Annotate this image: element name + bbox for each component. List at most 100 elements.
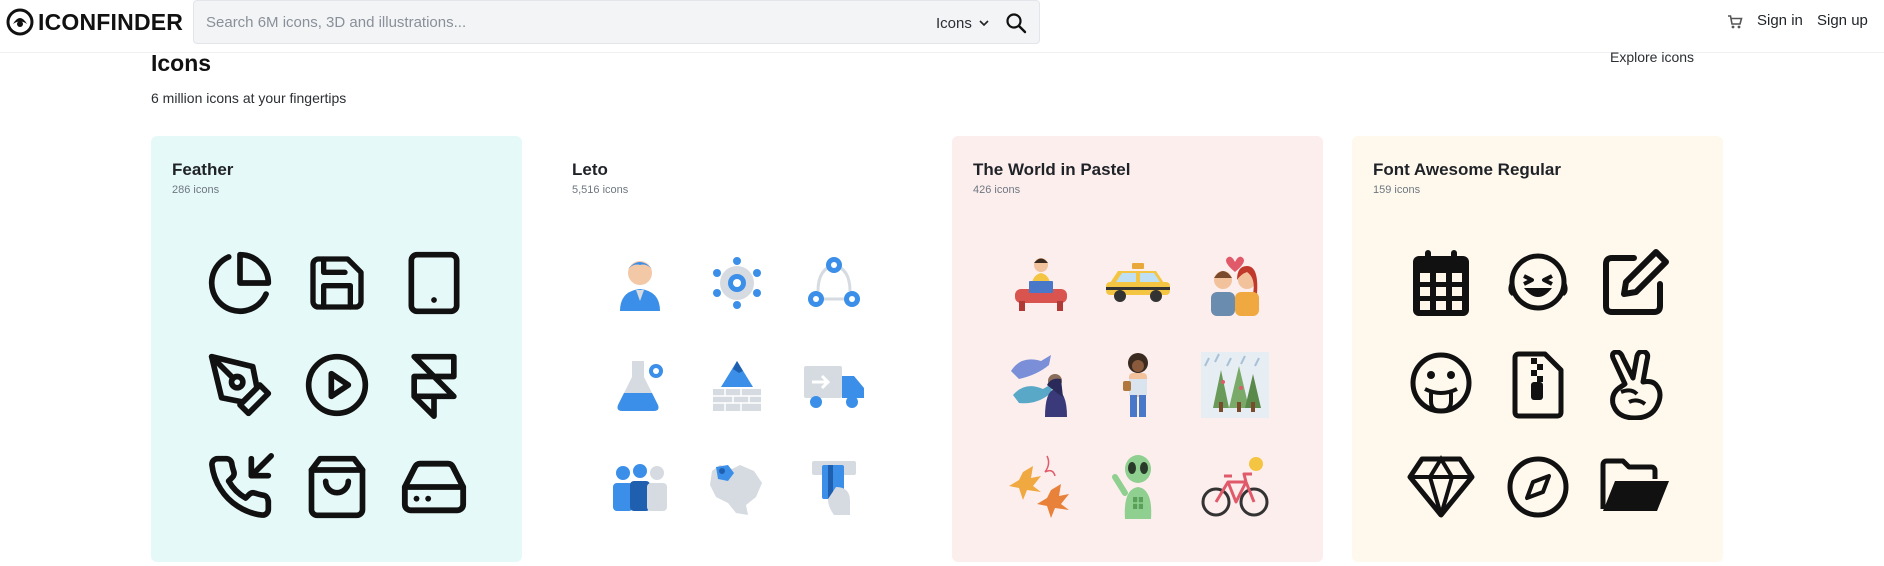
bicycle-icon (1201, 457, 1269, 517)
person-laptop-icon (1015, 258, 1068, 311)
icon-cell[interactable] (1393, 232, 1490, 334)
settings-network-icon (712, 257, 761, 309)
icon-cell[interactable] (1393, 334, 1490, 436)
icon-preview-grid (1393, 232, 1683, 538)
icon-cell[interactable] (1186, 232, 1283, 334)
icon-cell[interactable] (689, 334, 786, 436)
hand-peace-icon (1609, 350, 1663, 420)
icon-cell[interactable] (785, 232, 882, 334)
icon-cell[interactable] (1586, 232, 1683, 334)
icon-cell[interactable] (1586, 436, 1683, 538)
sign-in-link[interactable]: Sign in (1757, 12, 1803, 29)
icon-cell[interactable] (192, 436, 289, 538)
icon-preview-grid (993, 232, 1283, 538)
gem-icon (1407, 455, 1475, 518)
icon-cell[interactable] (785, 436, 882, 538)
shopping-bag-icon (308, 455, 366, 519)
world-map-icon (709, 465, 762, 515)
team-group-icon (613, 464, 668, 511)
rainy-forest-icon (1200, 352, 1269, 418)
icon-cell[interactable] (1490, 232, 1587, 334)
woman-standing-icon (1122, 353, 1148, 417)
card-title: Leto (572, 160, 608, 179)
icon-cell[interactable] (1186, 334, 1283, 436)
calendar-icon (1413, 250, 1470, 316)
tablet-icon (408, 251, 460, 315)
icon-cell[interactable] (993, 436, 1090, 538)
icon-cell[interactable] (993, 334, 1090, 436)
chemistry-flask-icon (617, 361, 664, 411)
card-icon-count: 426 icons (973, 184, 1021, 196)
pen-tool-icon (209, 353, 272, 417)
play-circle-icon (305, 353, 369, 417)
search-type-label: Icons (936, 14, 972, 32)
edit-icon (1602, 249, 1669, 315)
top-header: ICONFINDER Icons Sign in Sign up (0, 0, 1884, 53)
taxi-icon (1105, 263, 1170, 302)
sign-up-link[interactable]: Sign up (1817, 12, 1868, 29)
card-title: Feather (172, 160, 234, 179)
iconfinder-logo-icon (6, 8, 34, 36)
card-icon-count: 286 icons (172, 184, 220, 196)
chevron-down-icon (979, 19, 989, 26)
icon-cell[interactable] (592, 334, 689, 436)
icon-cell[interactable] (592, 232, 689, 334)
icon-preview-grid (192, 232, 482, 538)
card-icon-count: 5,516 icons (572, 184, 629, 196)
mountain-wall-icon (712, 361, 761, 411)
icon-cell[interactable] (689, 436, 786, 538)
icon-cell[interactable] (1586, 334, 1683, 436)
page-subtitle: 6 million icons at your fingertips (151, 90, 347, 106)
icon-cell[interactable] (192, 334, 289, 436)
card-title: Font Awesome Regular (1373, 160, 1561, 179)
pie-chart-icon (209, 251, 272, 314)
icon-cell[interactable] (385, 334, 482, 436)
icon-cell[interactable] (689, 232, 786, 334)
icon-cell[interactable] (1090, 436, 1187, 538)
card-icon-count: 159 icons (1373, 184, 1421, 196)
explore-icons-link[interactable]: Explore icons (1610, 49, 1694, 65)
couple-love-icon (1210, 256, 1259, 316)
icon-set-card-feather[interactable]: Feather 286 icons (151, 136, 522, 562)
icon-cell[interactable] (1490, 334, 1587, 436)
iconfinder-logo[interactable]: ICONFINDER (6, 7, 183, 37)
icon-cell[interactable] (592, 436, 689, 538)
icon-cell[interactable] (1490, 436, 1587, 538)
icon-preview-grid (592, 232, 882, 538)
icon-set-card-leto[interactable]: Leto 5,516 icons (551, 136, 922, 562)
search-input[interactable] (206, 1, 906, 43)
search-bar: Icons (193, 0, 1040, 44)
workflow-icon (807, 257, 860, 307)
cart-icon[interactable] (1727, 14, 1743, 30)
icon-cell[interactable] (1090, 232, 1187, 334)
alien-icon (1111, 455, 1152, 519)
autumn-leaves-icon (1009, 455, 1070, 518)
folder-open-icon (1600, 458, 1669, 511)
user-avatar-icon (620, 261, 661, 311)
icon-cell[interactable] (1393, 436, 1490, 538)
atm-card-icon (811, 461, 856, 515)
framer-icon (410, 353, 457, 419)
icon-cell[interactable] (1186, 436, 1283, 538)
delivery-truck-icon (803, 366, 864, 408)
icon-set-card-world-in-pastel[interactable]: The World in Pastel 426 icons (952, 136, 1323, 562)
icon-set-card-font-awesome-regular[interactable]: Font Awesome Regular 159 icons (1352, 136, 1723, 562)
search-icon[interactable] (1004, 11, 1028, 35)
icon-cell[interactable] (1090, 334, 1187, 436)
search-type-dropdown[interactable]: Icons (936, 13, 989, 33)
icon-cell[interactable] (385, 232, 482, 334)
phone-incoming-icon (209, 453, 275, 518)
page-title: Icons (151, 50, 212, 76)
icon-cell[interactable] (192, 232, 289, 334)
icon-cell[interactable] (993, 232, 1090, 334)
icon-cell[interactable] (289, 232, 386, 334)
card-title: The World in Pastel (973, 160, 1131, 179)
icon-cell[interactable] (385, 436, 482, 538)
icon-cell[interactable] (785, 334, 882, 436)
save-icon (310, 256, 364, 310)
icon-cell[interactable] (289, 334, 386, 436)
hard-drive-icon (401, 460, 466, 514)
whales-woman-icon (1011, 355, 1068, 417)
icon-cell[interactable] (289, 436, 386, 538)
laugh-squint-icon (1508, 253, 1568, 311)
